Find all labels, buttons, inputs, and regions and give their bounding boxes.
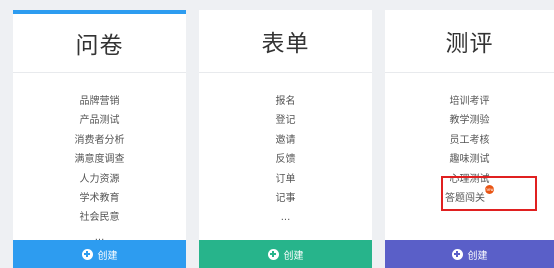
create-assessment-button[interactable]: 创建 [385,240,554,268]
list-item-more[interactable]: ... [199,208,372,227]
card-header: 表单 [199,10,372,73]
create-survey-button[interactable]: 创建 [13,240,186,268]
list-item[interactable]: 社会民意 [13,208,186,227]
template-list: 报名 登记 邀请 反馈 订单 记事 ... [199,92,372,228]
highlight-annotation-box [441,176,537,211]
list-item[interactable]: 学术教育 [13,189,186,208]
form-card: 表单 报名 登记 邀请 反馈 订单 记事 ... 创建 [199,10,372,268]
list-item[interactable]: 品牌营销 [13,92,186,111]
card-header: 问卷 [13,14,186,73]
list-item[interactable]: 记事 [199,189,372,208]
create-form-button[interactable]: 创建 [199,240,372,268]
create-label: 创建 [283,250,304,262]
list-item[interactable]: 教学测验 [385,111,554,130]
plus-circle-icon [451,248,463,260]
list-item[interactable]: 满意度调查 [13,150,186,169]
list-item[interactable]: 登记 [199,111,372,130]
list-item[interactable]: 产品测试 [13,111,186,130]
plus-circle-icon [81,248,93,260]
card-title: 测评 [445,31,494,57]
list-item[interactable]: 报名 [199,92,372,111]
list-item[interactable]: 订单 [199,170,372,189]
list-item[interactable]: 趣味测试 [385,150,554,169]
card-title: 问卷 [75,33,124,59]
survey-card: 问卷 品牌营销 产品测试 消费者分析 满意度调查 人力资源 学术教育 社会民意 … [13,10,186,268]
list-item[interactable]: 消费者分析 [13,131,186,150]
list-item[interactable]: 邀请 [199,131,372,150]
list-item[interactable]: 人力资源 [13,170,186,189]
template-list: 品牌营销 产品测试 消费者分析 满意度调查 人力资源 学术教育 社会民意 ... [13,92,186,247]
list-item[interactable]: 培训考评 [385,92,554,111]
plus-circle-icon [267,248,279,260]
create-label: 创建 [467,250,488,262]
create-label: 创建 [97,250,118,262]
list-item[interactable]: 反馈 [199,150,372,169]
assessment-card: 测评 培训考评 教学测验 员工考核 趣味测试 心理测试 答题闯关new 创建 [385,10,554,268]
card-header: 测评 [385,10,554,73]
card-title: 表单 [261,31,310,57]
list-item[interactable]: 员工考核 [385,131,554,150]
